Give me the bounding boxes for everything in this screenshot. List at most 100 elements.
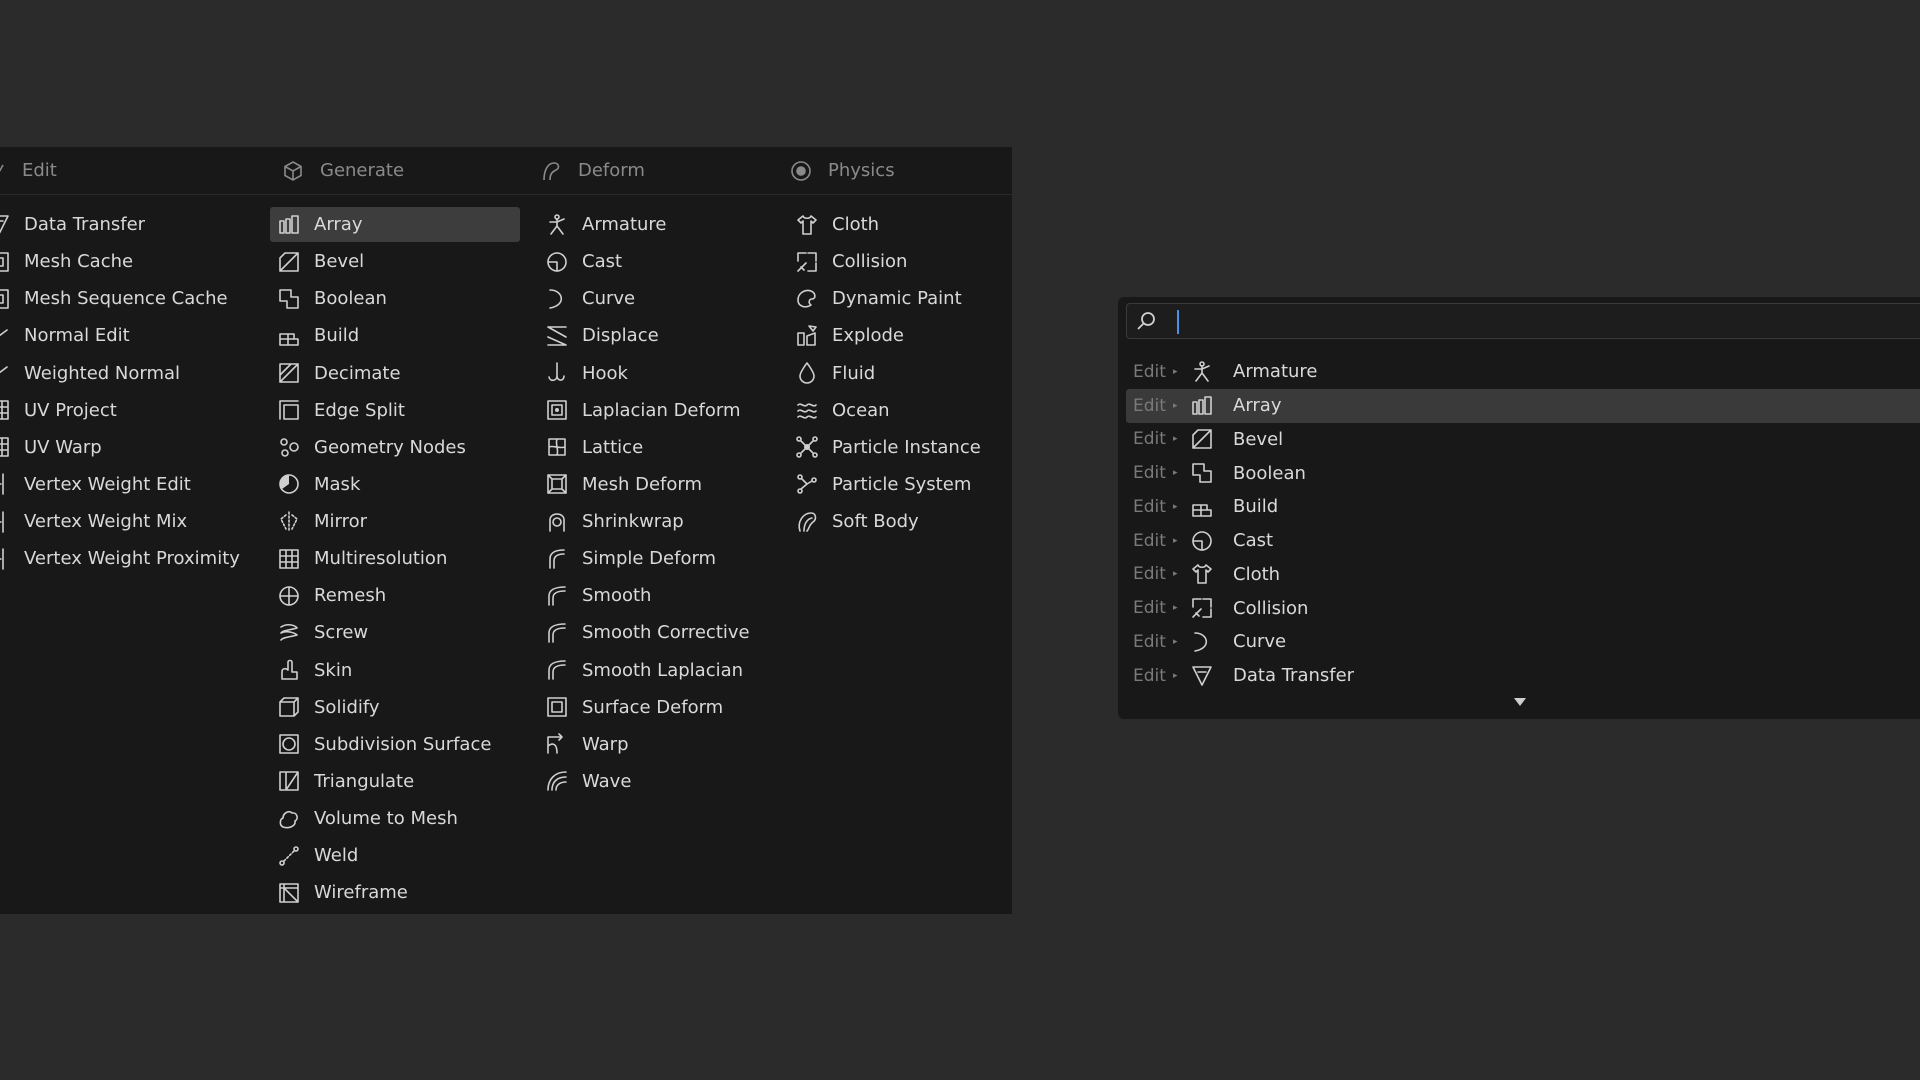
wireframe-icon <box>276 880 302 906</box>
search-result-data-transfer[interactable]: Edit ▸ Data Transfer <box>1126 659 1920 693</box>
menu-item-bevel[interactable]: Bevel <box>276 244 520 279</box>
decimate-icon <box>276 360 302 386</box>
menu-item-vertex-weight-mix[interactable]: Vertex Weight Mix <box>0 504 256 539</box>
menu-item-hook[interactable]: Hook <box>544 356 784 391</box>
menu-item-displace[interactable]: Displace <box>544 318 784 353</box>
armature-icon <box>1189 359 1215 385</box>
search-input[interactable] <box>1126 303 1920 339</box>
menu-item-label: Collision <box>832 251 908 273</box>
menu-item-mesh-sequence-cache[interactable]: Mesh Sequence Cache <box>0 281 256 316</box>
result-label: Array <box>1233 395 1282 417</box>
menu-item-smooth[interactable]: Smooth <box>544 578 784 613</box>
menu-item-cloth[interactable]: Cloth <box>794 207 1004 242</box>
hook-icon <box>544 360 570 386</box>
menu-item-simple-deform[interactable]: Simple Deform <box>544 541 784 576</box>
mesh-sequence-cache-icon <box>0 286 12 312</box>
menu-item-array[interactable]: Array <box>270 207 520 242</box>
subdivision-surface-icon <box>276 731 302 757</box>
search-result-curve[interactable]: Edit ▸ Curve <box>1126 625 1920 659</box>
menu-item-cast[interactable]: Cast <box>544 244 784 279</box>
menu-item-boolean[interactable]: Boolean <box>276 281 520 316</box>
menu-item-vertex-weight-proximity[interactable]: Vertex Weight Proximity <box>0 541 256 576</box>
lattice-icon <box>544 434 570 460</box>
menu-item-vertex-weight-edit[interactable]: Vertex Weight Edit <box>0 467 256 502</box>
menu-item-screw[interactable]: Screw <box>276 615 520 650</box>
vertex-weight-mix-icon <box>0 509 12 535</box>
scroll-down-arrow-icon[interactable] <box>1513 697 1527 707</box>
menu-item-dynamic-paint[interactable]: Dynamic Paint <box>794 281 1004 316</box>
search-result-cast[interactable]: Edit ▸ Cast <box>1126 524 1920 558</box>
search-result-array[interactable]: Edit ▸ Array <box>1126 388 1920 423</box>
menu-item-uv-warp[interactable]: UV Warp <box>0 430 256 465</box>
menu-item-particle-instance[interactable]: Particle Instance <box>794 430 1004 465</box>
menu-item-smooth-laplacian[interactable]: Smooth Laplacian <box>544 653 784 688</box>
result-label: Armature <box>1233 361 1318 383</box>
menu-item-subdivision-surface[interactable]: Subdivision Surface <box>276 727 520 762</box>
cloth-icon <box>794 212 820 238</box>
displace-icon <box>544 323 570 349</box>
menu-item-edge-split[interactable]: Edge Split <box>276 393 520 428</box>
search-result-collision[interactable]: Edit ▸ Collision <box>1126 591 1920 625</box>
menu-item-label: Laplacian Deform <box>582 399 741 421</box>
result-breadcrumb: Edit <box>1133 429 1166 450</box>
column-header-physics: Physics <box>790 147 895 194</box>
menu-item-weld[interactable]: Weld <box>276 838 520 873</box>
search-icon <box>1135 310 1157 332</box>
weighted-normal-icon <box>0 360 12 386</box>
menu-item-weighted-normal[interactable]: Weighted Normal <box>0 356 256 391</box>
menu-item-decimate[interactable]: Decimate <box>276 356 520 391</box>
menu-item-lattice[interactable]: Lattice <box>544 430 784 465</box>
search-result-build[interactable]: Edit ▸ Build <box>1126 490 1920 524</box>
menu-item-soft-body[interactable]: Soft Body <box>794 504 1004 539</box>
menu-item-mesh-deform[interactable]: Mesh Deform <box>544 467 784 502</box>
menu-item-mask[interactable]: Mask <box>276 467 520 502</box>
menu-item-mirror[interactable]: Mirror <box>276 504 520 539</box>
menu-item-wireframe[interactable]: Wireframe <box>276 875 520 910</box>
menu-item-multiresolution[interactable]: Multiresolution <box>276 541 520 576</box>
search-result-armature[interactable]: Edit ▸ Armature <box>1126 355 1920 389</box>
menu-item-mesh-cache[interactable]: Mesh Cache <box>0 244 256 279</box>
menu-item-data-transfer[interactable]: Data Transfer <box>0 207 256 242</box>
menu-item-surface-deform[interactable]: Surface Deform <box>544 690 784 725</box>
search-result-cloth[interactable]: Edit ▸ Cloth <box>1126 558 1920 592</box>
column-generate: Array Bevel Boolean Build Decimate Edge Split… <box>270 207 520 912</box>
mesh-cache-icon <box>0 249 12 275</box>
simple-deform-icon <box>544 546 570 572</box>
result-label: Bevel <box>1233 428 1284 450</box>
menu-item-label: Normal Edit <box>24 325 130 347</box>
menu-item-wave[interactable]: Wave <box>544 764 784 799</box>
menu-item-normal-edit[interactable]: Normal Edit <box>0 318 256 353</box>
menu-item-warp[interactable]: Warp <box>544 727 784 762</box>
menu-item-collision[interactable]: Collision <box>794 244 1004 279</box>
menu-item-remesh[interactable]: Remesh <box>276 578 520 613</box>
menu-item-build[interactable]: Build <box>276 318 520 353</box>
menu-item-label: Mirror <box>314 511 368 532</box>
result-breadcrumb: Edit <box>1133 631 1166 652</box>
column-header-generate: Generate <box>282 147 404 194</box>
menu-item-label: Smooth <box>582 585 652 607</box>
menu-item-volume-to-mesh[interactable]: Volume to Mesh <box>276 801 520 836</box>
menu-item-label: Surface Deform <box>582 696 724 718</box>
menu-item-skin[interactable]: Skin <box>276 653 520 688</box>
menu-item-uv-project[interactable]: UV Project <box>0 393 256 428</box>
menu-item-geometry-nodes[interactable]: Geometry Nodes <box>276 430 520 465</box>
menu-item-curve[interactable]: Curve <box>544 281 784 316</box>
search-result-bevel[interactable]: Edit ▸ Bevel <box>1126 423 1920 457</box>
menu-item-triangulate[interactable]: Triangulate <box>276 764 520 799</box>
menu-item-label: Screw <box>314 622 369 644</box>
remesh-icon <box>276 583 302 609</box>
menu-item-laplacian-deform[interactable]: Laplacian Deform <box>544 393 784 428</box>
menu-item-shrinkwrap[interactable]: Shrinkwrap <box>544 504 784 539</box>
result-breadcrumb: Edit <box>1133 530 1166 551</box>
modifier-menu: Edit Generate Deform Physics Data Transf… <box>0 147 1012 914</box>
menu-item-armature[interactable]: Armature <box>544 207 784 242</box>
menu-item-explode[interactable]: Explode <box>794 318 1004 353</box>
menu-item-particle-system[interactable]: Particle System <box>794 467 1004 502</box>
menu-item-label: Wave <box>582 770 632 792</box>
menu-item-fluid[interactable]: Fluid <box>794 356 1004 391</box>
menu-item-smooth-corrective[interactable]: Smooth Corrective <box>544 615 784 650</box>
menu-item-ocean[interactable]: Ocean <box>794 393 1004 428</box>
search-result-boolean[interactable]: Edit ▸ Boolean <box>1126 456 1920 490</box>
result-label: Collision <box>1233 597 1309 619</box>
menu-item-solidify[interactable]: Solidify <box>276 690 520 725</box>
